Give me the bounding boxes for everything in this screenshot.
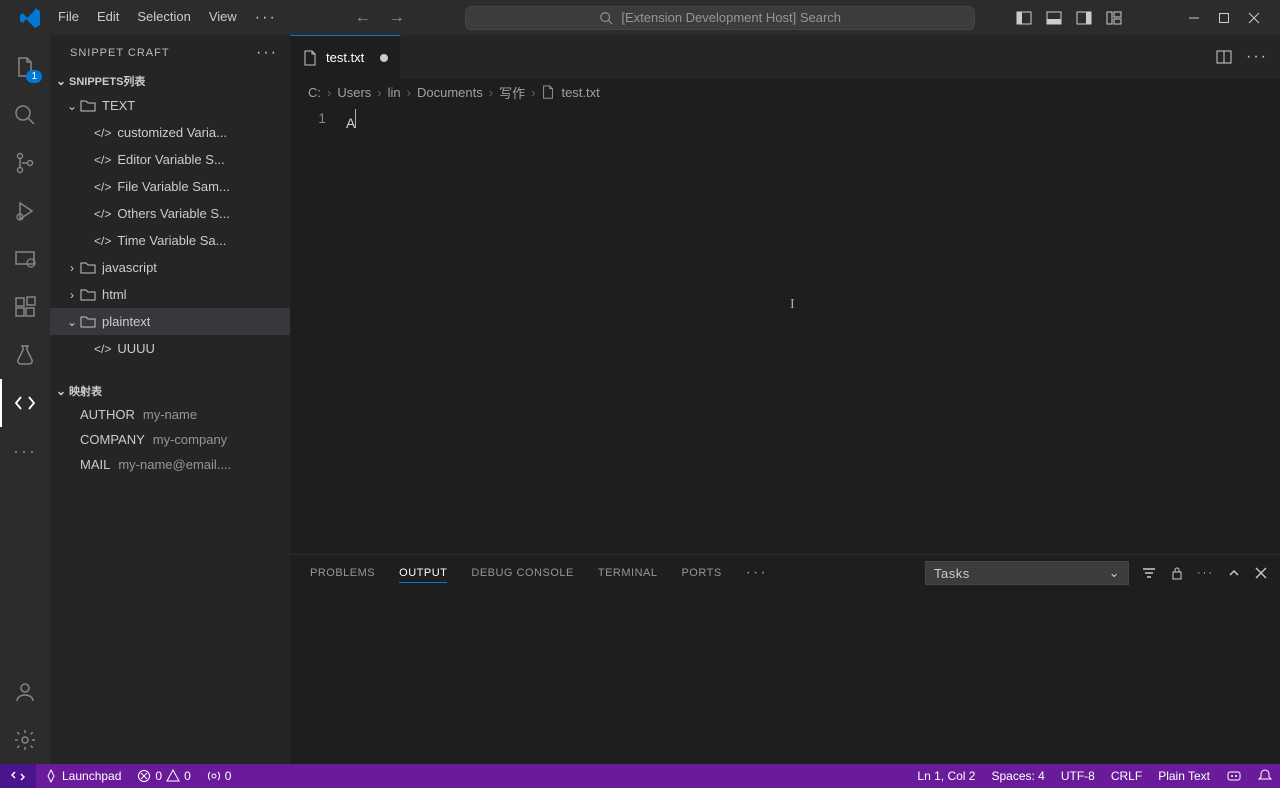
tree-item[interactable]: </>Others Variable S... <box>50 200 290 227</box>
text-editor[interactable]: 1 A I <box>290 105 1280 554</box>
window-minimize-icon[interactable] <box>1188 12 1200 24</box>
split-editor-icon[interactable] <box>1216 49 1232 65</box>
status-problems[interactable]: 0 0 <box>129 769 198 783</box>
command-center[interactable]: [Extension Development Host] Search <box>465 6 975 30</box>
activity-settings[interactable] <box>0 716 50 764</box>
panel: PROBLEMS OUTPUT DEBUG CONSOLE TERMINAL P… <box>290 554 1280 764</box>
dirty-indicator-icon <box>380 54 388 62</box>
section-mapping[interactable]: ⌄映射表 <box>50 380 290 402</box>
section-snippets[interactable]: ⌄SNIPPETS列表 <box>50 70 290 92</box>
mapping-row[interactable]: COMPANYmy-company <box>50 427 290 452</box>
activity-bar: 1 ··· <box>0 35 50 764</box>
tree-item[interactable]: </>Editor Variable S... <box>50 146 290 173</box>
mapping-row[interactable]: AUTHORmy-name <box>50 402 290 427</box>
menu-selection[interactable]: Selection <box>129 5 198 31</box>
editor-content[interactable]: A <box>346 105 1280 554</box>
layout-panel-icon[interactable] <box>1046 10 1062 26</box>
layout-sidebar-left-icon[interactable] <box>1016 10 1032 26</box>
tree-folder-javascript[interactable]: › javascript <box>50 254 290 281</box>
activity-extensions[interactable] <box>0 283 50 331</box>
lock-icon[interactable] <box>1169 565 1185 581</box>
panel-more-actions-icon[interactable]: ··· <box>1197 567 1214 579</box>
remote-indicator[interactable] <box>0 764 36 788</box>
sidebar: SNIPPET CRAFT ··· ⌄SNIPPETS列表 ⌄ TEXT </>… <box>50 35 290 764</box>
tree-item[interactable]: </>Time Variable Sa... <box>50 227 290 254</box>
sidebar-actions-icon[interactable]: ··· <box>256 44 278 62</box>
panel-tabs: PROBLEMS OUTPUT DEBUG CONSOLE TERMINAL P… <box>290 555 1280 591</box>
activity-source-control[interactable] <box>0 139 50 187</box>
file-icon <box>302 50 318 66</box>
editor-tabs: test.txt ··· <box>290 35 1280 79</box>
sidebar-title: SNIPPET CRAFT ··· <box>50 35 290 70</box>
activity-debug[interactable] <box>0 187 50 235</box>
menu-view[interactable]: View <box>201 5 245 31</box>
editor-tab[interactable]: test.txt <box>290 35 401 79</box>
tree-folder-html[interactable]: › html <box>50 281 290 308</box>
activity-more[interactable]: ··· <box>0 427 50 475</box>
menu-file[interactable]: File <box>50 5 87 31</box>
activity-remote-explorer[interactable] <box>0 235 50 283</box>
tree-item[interactable]: </>File Variable Sam... <box>50 173 290 200</box>
status-copilot-icon[interactable] <box>1218 768 1250 784</box>
line-number-gutter: 1 <box>290 105 346 554</box>
status-bar: Launchpad 0 0 0 Ln 1, Col 2 Spaces: 4 UT… <box>0 764 1280 788</box>
file-icon <box>541 85 555 99</box>
close-panel-icon[interactable] <box>1254 566 1268 580</box>
status-eol[interactable]: CRLF <box>1103 769 1150 783</box>
filter-icon[interactable] <box>1141 565 1157 581</box>
tree-folder-plaintext[interactable]: ⌄ plaintext <box>50 308 290 335</box>
menu-edit[interactable]: Edit <box>89 5 127 31</box>
panel-tab-output[interactable]: OUTPUT <box>399 564 447 583</box>
explorer-badge: 1 <box>26 70 42 83</box>
editor-more-icon[interactable]: ··· <box>1246 48 1268 66</box>
search-placeholder: [Extension Development Host] Search <box>621 10 841 25</box>
tree-item[interactable]: </>UUUU <box>50 335 290 362</box>
activity-testing[interactable] <box>0 331 50 379</box>
mapping-row[interactable]: MAILmy-name@email.... <box>50 452 290 477</box>
vscode-logo-icon <box>18 6 42 30</box>
panel-more-icon[interactable]: ··· <box>746 564 768 582</box>
activity-search[interactable] <box>0 91 50 139</box>
window-maximize-icon[interactable] <box>1218 12 1230 24</box>
minimap[interactable] <box>1180 105 1280 554</box>
chevron-down-icon: ⌄ <box>1109 565 1120 581</box>
layout-sidebar-right-icon[interactable] <box>1076 10 1092 26</box>
breadcrumbs[interactable]: C:› Users› lin› Documents› 写作› test.txt <box>290 79 1280 105</box>
status-indentation[interactable]: Spaces: 4 <box>983 769 1052 783</box>
layout-customize-icon[interactable] <box>1106 10 1122 26</box>
panel-tab-ports[interactable]: PORTS <box>681 564 721 582</box>
title-bar: File Edit Selection View ··· ← → [Extens… <box>0 0 1280 35</box>
panel-tab-problems[interactable]: PROBLEMS <box>310 564 375 582</box>
search-icon <box>599 11 613 25</box>
nav-forward-icon[interactable]: → <box>389 9 405 27</box>
menu-more-icon[interactable]: ··· <box>247 5 285 31</box>
snippets-tree: ⌄ TEXT </>customized Varia... </>Editor … <box>50 92 290 362</box>
status-encoding[interactable]: UTF-8 <box>1053 769 1103 783</box>
status-notifications-icon[interactable] <box>1250 769 1280 783</box>
panel-tab-terminal[interactable]: TERMINAL <box>598 564 658 582</box>
activity-snippet-craft[interactable] <box>0 379 50 427</box>
tree-item[interactable]: </>customized Varia... <box>50 119 290 146</box>
chevron-up-icon[interactable] <box>1226 565 1242 581</box>
menu-bar: File Edit Selection View ··· <box>50 5 285 31</box>
window-close-icon[interactable] <box>1248 12 1260 24</box>
activity-accounts[interactable] <box>0 668 50 716</box>
status-language-mode[interactable]: Plain Text <box>1150 769 1218 783</box>
activity-explorer[interactable]: 1 <box>0 43 50 91</box>
panel-tab-debug-console[interactable]: DEBUG CONSOLE <box>471 564 573 582</box>
status-ports[interactable]: 0 <box>199 769 240 783</box>
tab-filename: test.txt <box>326 50 364 65</box>
editor-group: test.txt ··· C:› Users› lin› Documents› … <box>290 35 1280 764</box>
nav-back-icon[interactable]: ← <box>355 9 371 27</box>
status-launchpad[interactable]: Launchpad <box>36 769 129 783</box>
tree-folder-text[interactable]: ⌄ TEXT <box>50 92 290 119</box>
output-channel-select[interactable]: Tasks ⌄ <box>925 561 1129 585</box>
status-cursor-position[interactable]: Ln 1, Col 2 <box>909 769 983 783</box>
